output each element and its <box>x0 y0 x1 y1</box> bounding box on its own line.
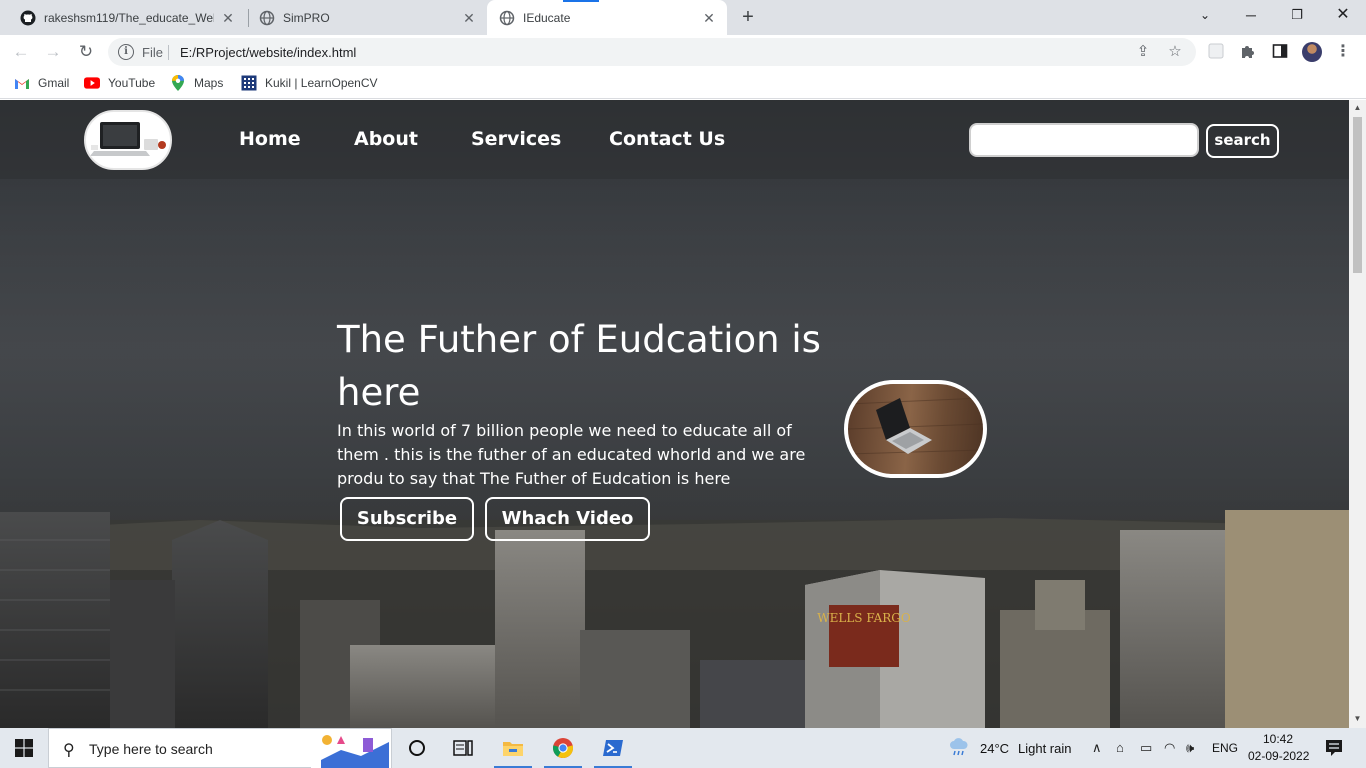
clock-time[interactable]: 10:42 <box>1263 732 1293 746</box>
tab-title: IEducate <box>523 10 571 25</box>
widgets-icon[interactable] <box>440 728 486 768</box>
tray-chevron-up-icon[interactable]: ∧ <box>1092 740 1102 756</box>
weather-condition[interactable]: Light rain <box>1018 741 1071 756</box>
device-icon[interactable]: ⌂ <box>1116 740 1124 755</box>
back-arrow-icon[interactable]: ← <box>8 40 34 64</box>
profile-avatar[interactable] <box>1302 42 1322 62</box>
search-highlight-icon <box>311 730 391 768</box>
tab-close-icon[interactable]: ✕ <box>701 10 717 26</box>
bookmark-label: YouTube <box>108 76 156 90</box>
share-icon[interactable]: ⇪ <box>1134 43 1152 61</box>
reload-icon[interactable]: ↻ <box>73 40 99 64</box>
extension-placeholder-icon[interactable] <box>1207 43 1225 61</box>
nav-home-link[interactable]: Home <box>239 128 301 150</box>
volume-icon[interactable]: 🕪 <box>1186 740 1194 756</box>
minimize-icon[interactable]: ─ <box>1228 0 1274 30</box>
restore-icon[interactable]: ❐ <box>1274 0 1320 30</box>
address-bar[interactable]: i File E:/RProject/website/index.html ⇪ … <box>108 38 1196 66</box>
side-panel-icon[interactable] <box>1271 43 1289 61</box>
new-tab-button[interactable]: + <box>736 6 760 30</box>
watch-video-button[interactable]: Whach Video <box>485 497 650 541</box>
bookmark-gmail[interactable]: Gmail <box>14 76 69 90</box>
maps-icon <box>170 75 186 91</box>
tab-close-icon[interactable]: ✕ <box>461 10 477 26</box>
tab-title: SimPRO <box>283 10 330 25</box>
windows-logo-icon <box>15 739 33 757</box>
bookmark-label: Gmail <box>38 76 70 90</box>
nav-about-link[interactable]: About <box>354 128 418 150</box>
notifications-icon[interactable] <box>1324 738 1344 761</box>
scheme-label: File <box>142 45 163 60</box>
language-indicator[interactable]: ENG <box>1212 741 1238 755</box>
github-icon <box>20 10 36 26</box>
bookmark-maps[interactable]: Maps <box>170 75 224 91</box>
search-button[interactable]: search <box>1206 124 1279 158</box>
hero-description: In this world of 7 billion people we nee… <box>337 421 806 488</box>
page-viewport: WELLS FARGO Home About Services Contact … <box>0 100 1349 728</box>
weather-rain-icon[interactable] <box>948 737 970 760</box>
tab-title: rakeshsm119/The_educate_Webs <box>44 10 214 25</box>
tab-simpro[interactable]: SimPRO ✕ <box>249 0 485 35</box>
file-explorer-icon[interactable] <box>490 728 536 768</box>
site-logo[interactable] <box>84 110 172 170</box>
tab-strip: rakeshsm119/The_educate_Webs ✕ SimPRO ✕ … <box>0 0 1366 35</box>
nav-services-link[interactable]: Services <box>471 128 561 150</box>
subscribe-button[interactable]: Subscribe <box>340 497 474 541</box>
tab-ieducate[interactable]: IEducate ✕ <box>487 0 727 35</box>
tab-search-chevron-icon[interactable]: ⌄ <box>1182 0 1228 30</box>
forward-arrow-icon[interactable]: → <box>40 40 66 64</box>
taskbar-search-placeholder: Type here to search <box>89 741 213 757</box>
youtube-icon <box>84 76 100 90</box>
close-window-icon[interactable]: ✕ <box>1320 0 1366 30</box>
scroll-thumb[interactable] <box>1353 117 1362 273</box>
bookmark-learnopencv[interactable]: Kukil | LearnOpenCV <box>241 75 378 91</box>
url-text[interactable]: E:/RProject/website/index.html <box>180 45 356 60</box>
bookmark-star-icon[interactable]: ☆ <box>1166 43 1184 61</box>
bookmarks-bar: Gmail YouTube Maps Kukil | LearnOpenCV <box>0 69 1366 99</box>
bookmark-label: Maps <box>194 76 224 90</box>
wifi-icon[interactable]: ◠ <box>1164 740 1175 756</box>
tab-github[interactable]: rakeshsm119/The_educate_Webs ✕ <box>8 0 244 35</box>
search-icon: ⚲ <box>63 742 75 759</box>
building-sign-text: WELLS FARGO <box>817 611 911 625</box>
browser-toolbar: ← → ↻ i File E:/RProject/website/index.h… <box>0 35 1366 69</box>
hero-title: The Futher of Eudcation is here <box>337 318 821 414</box>
bookmark-youtube[interactable]: YouTube <box>84 76 155 90</box>
scroll-down-icon[interactable]: ▼ <box>1349 711 1366 727</box>
weather-temperature[interactable]: 24°C <box>980 741 1009 756</box>
site-navbar: Home About Services Contact Us search <box>0 100 1349 179</box>
battery-icon[interactable]: ▭ <box>1140 740 1152 756</box>
task-view-icon[interactable] <box>394 728 440 768</box>
gmail-icon <box>14 76 30 90</box>
site-search-input[interactable] <box>969 123 1199 157</box>
bookmark-label: Kukil | LearnOpenCV <box>265 76 378 90</box>
menu-kebab-icon[interactable]: ⋮ <box>1334 43 1352 61</box>
windows-start-button[interactable] <box>0 728 48 768</box>
nav-contact-link[interactable]: Contact Us <box>609 128 725 150</box>
clock-date[interactable]: 02-09-2022 <box>1248 749 1309 763</box>
taskbar-search-box[interactable]: ⚲ Type here to search <box>48 728 392 768</box>
extensions-puzzle-icon[interactable] <box>1239 43 1257 61</box>
page-scrollbar[interactable]: ▲ ▼ <box>1349 100 1366 728</box>
powershell-icon[interactable] <box>590 728 636 768</box>
tab-close-icon[interactable]: ✕ <box>220 10 236 26</box>
info-icon[interactable]: i <box>118 44 134 60</box>
globe-icon <box>259 10 275 26</box>
address-divider <box>168 45 169 60</box>
chrome-icon[interactable] <box>540 728 586 768</box>
hero-laptop-image <box>844 380 987 478</box>
taskbar: ⚲ Type here to search 24°C Light rain ∧ … <box>0 728 1366 768</box>
scroll-up-icon[interactable]: ▲ <box>1349 100 1366 116</box>
learnopencv-icon <box>241 75 257 91</box>
globe-icon <box>499 10 515 26</box>
